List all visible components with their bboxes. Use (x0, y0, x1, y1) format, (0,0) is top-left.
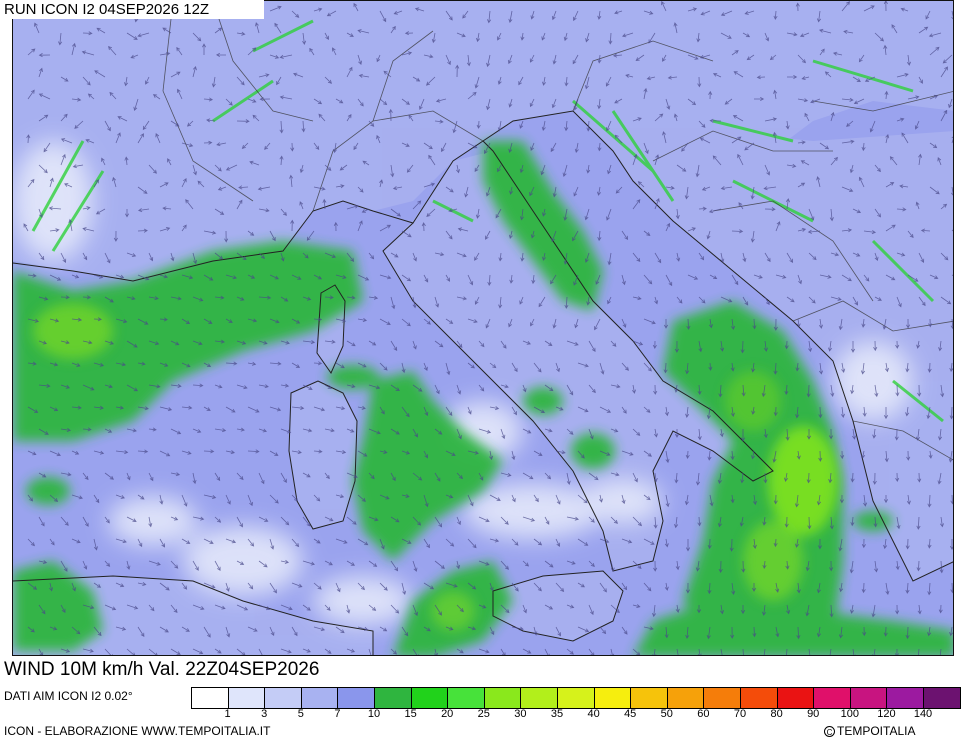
copyright: C TEMPOITALIA (824, 724, 915, 738)
legend-label: 50 (660, 708, 673, 720)
wind-speed-legend (191, 687, 962, 709)
legend-label: 30 (514, 708, 527, 720)
legend-swatch (484, 688, 522, 708)
legend-label: 70 (733, 708, 747, 720)
legend-swatch (557, 688, 595, 708)
wind-speed-legend-labels: 1 3 5 7 10 15 20 25 30 35 40 45 50 60 70 80 90 100 120 140 (0, 708, 968, 722)
copyright-label: TEMPOITALIA (837, 724, 916, 738)
legend-swatch (923, 688, 961, 708)
valid-time-title: WIND 10M km/h Val. 22Z04SEP2026 (0, 656, 414, 684)
legend-label: 1 (224, 708, 231, 720)
legend-label: 140 (913, 708, 933, 720)
legend-swatch (521, 688, 558, 708)
legend-label: 15 (404, 708, 417, 720)
legend-label: 45 (624, 708, 637, 720)
legend-swatch (594, 688, 632, 708)
legend-swatch (777, 688, 815, 708)
legend-swatch (265, 688, 302, 708)
legend-swatch (740, 688, 778, 708)
legend-label: 5 (297, 708, 304, 720)
legend-label: 40 (587, 708, 600, 720)
wind-map-svg (13, 1, 953, 655)
legend-swatch (338, 688, 375, 708)
legend-label: 100 (840, 708, 859, 720)
run-title: RUN ICON I2 04SEP2026 12Z (0, 0, 264, 19)
legend-swatch (192, 688, 229, 708)
legend-swatch (814, 688, 851, 708)
data-source-label: DATI AIM ICON I2 0.02° (4, 689, 133, 703)
legend-label: 25 (477, 708, 490, 720)
legend-label: 10 (367, 708, 381, 720)
legend-label: 120 (877, 708, 896, 720)
legend-label: 90 (807, 708, 820, 720)
wind-map (12, 0, 954, 656)
legend-label: 35 (550, 708, 564, 720)
credits-label: ICON - ELABORAZIONE WWW.TEMPOITALIA.IT (4, 724, 271, 738)
legend-label: 80 (770, 708, 783, 720)
legend-swatch (374, 688, 412, 708)
legend-swatch (887, 688, 924, 708)
legend-swatch (704, 688, 741, 708)
legend-label: 3 (261, 708, 268, 720)
legend-swatch (228, 688, 266, 708)
legend-swatch (448, 688, 485, 708)
legend-swatch (667, 688, 705, 708)
legend-label: 20 (441, 708, 454, 720)
legend-swatch (850, 688, 888, 708)
legend-swatch (411, 688, 449, 708)
legend-swatch (301, 688, 339, 708)
legend-label: 7 (334, 708, 341, 720)
legend-swatch (631, 688, 668, 708)
copyright-icon: C (824, 725, 835, 737)
legend-label: 60 (697, 708, 710, 720)
